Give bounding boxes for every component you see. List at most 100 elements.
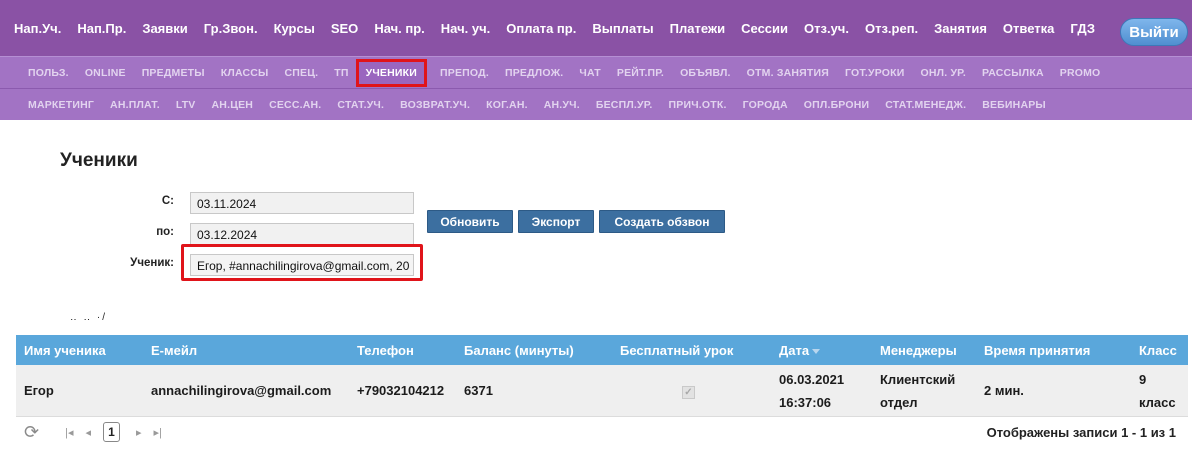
subnav-item-ready-lessons[interactable]: ГОТ.УРОКИ (845, 67, 904, 79)
topnav-item-otz-rep[interactable]: Отз.реп. (865, 21, 918, 36)
cell-class-word: класс (1139, 394, 1176, 410)
student-input-highlight (181, 244, 423, 281)
cell-balance: 6371 (464, 383, 493, 398)
topnav-item-gdz[interactable]: ГДЗ (1070, 21, 1095, 36)
top-nav: Нап.Уч. Нап.Пр. Заявки Гр.Звон. Курсы SE… (0, 0, 1192, 56)
logout-button[interactable]: Выйти (1120, 18, 1188, 46)
subnav-item-tp[interactable]: ТП (334, 67, 348, 79)
subnav-item-online-lessons[interactable]: ОНЛ. УР. (921, 67, 966, 79)
topnav-item-nach-pr[interactable]: Нач. пр. (374, 21, 424, 36)
student-label: Ученик: (130, 257, 174, 269)
cell-class: 9 класс (1139, 368, 1188, 414)
first-page-icon[interactable]: |◂ (65, 426, 73, 439)
topnav-item-otz-uch[interactable]: Отз.уч. (804, 21, 849, 36)
subnav-item-teachers[interactable]: ПРЕПОД. (440, 67, 489, 79)
column-header-email[interactable]: Е-мейл (151, 343, 357, 358)
clipped-text-fragment: ‥ ‥ ·/ (70, 312, 108, 323)
subnav-item-free-lessons[interactable]: БЕСПЛ.УР. (596, 99, 653, 111)
subnav-item-cancel-lessons[interactable]: ОТМ. ЗАНЯТИЯ (747, 67, 829, 79)
topnav-item-seo[interactable]: SEO (331, 21, 358, 36)
subnav-item-students[interactable]: УЧЕНИКИ (355, 58, 428, 87)
topnav-item-nap-pr[interactable]: Нап.Пр. (77, 21, 126, 36)
page-title: Ученики (60, 150, 138, 171)
column-header-date-wrap[interactable]: Дата (779, 343, 880, 358)
column-header-class[interactable]: Класс (1139, 343, 1188, 358)
subnav-item-teacher-rating[interactable]: РЕЙТ.ПР. (617, 67, 664, 79)
cell-phone: +79032104212 (357, 383, 445, 398)
topnav-item-oplata-pr[interactable]: Оплата пр. (506, 21, 576, 36)
students-table: Имя ученика Е-мейл Телефон Баланс (минут… (16, 335, 1188, 417)
refresh-button[interactable]: Обновить (427, 210, 513, 233)
cell-name: Егор (24, 383, 54, 398)
cell-email: annachilingirova@gmail.com (151, 383, 332, 398)
subnav-item-chat[interactable]: ЧАТ (579, 67, 600, 79)
subnav-item-payment-analytics[interactable]: АН.ПЛАТ. (110, 99, 160, 111)
date-from-label: С: (161, 195, 174, 207)
subnav-item-online[interactable]: ONLINE (85, 67, 126, 79)
subnav-item-classes[interactable]: КЛАССЫ (221, 67, 269, 79)
subnav-item-mailing[interactable]: РАССЫЛКА (982, 67, 1044, 79)
topnav-item-nap-uch[interactable]: Нап.Уч. (14, 21, 61, 36)
subnav-item-refusal-reasons[interactable]: ПРИЧ.ОТК. (669, 99, 727, 111)
create-call-button[interactable]: Создать обзвон (599, 210, 725, 233)
date-to-input[interactable]: 03.12.2024 (190, 223, 414, 245)
topnav-item-payouts[interactable]: Выплаты (592, 21, 653, 36)
topnav-item-group-calls[interactable]: Гр.Звон. (204, 21, 258, 36)
subnav-item-session-analytics[interactable]: СЕСС.АН. (269, 99, 321, 111)
current-page-number[interactable]: 1 (103, 422, 121, 442)
subnav-item-marketing[interactable]: МАРКЕТИНГ (28, 99, 94, 111)
cell-manager: Клиентский отдел (880, 368, 984, 414)
column-header-free-lesson[interactable]: Бесплатный урок (620, 343, 779, 358)
topnav-item-nach-uch[interactable]: Нач. уч. (441, 21, 490, 36)
subnav-item-promo[interactable]: PROMO (1060, 67, 1101, 79)
cell-accept-time: 2 мин. (984, 383, 1024, 398)
date-from-input[interactable]: 03.11.2024 (190, 192, 414, 214)
subnav-item-offers[interactable]: ПРЕДЛОЖ. (505, 67, 563, 79)
last-page-icon[interactable]: ▸| (154, 426, 162, 439)
subnav-item-subjects[interactable]: ПРЕДМЕТЫ (142, 67, 205, 79)
reload-icon[interactable]: ⟳ (24, 422, 39, 443)
subnav-item-student-return[interactable]: ВОЗВРАТ.УЧ. (400, 99, 470, 111)
column-header-date[interactable]: Дата (779, 343, 809, 358)
cell-date-day: 06.03.2021 (779, 371, 845, 387)
cell-manager-line1: Клиентский (880, 371, 956, 387)
topnav-item-courses[interactable]: Курсы (274, 21, 315, 36)
subnav-item-student-stats[interactable]: СТАТ.УЧ. (337, 99, 384, 111)
subnav-item-cities[interactable]: ГОРОДА (743, 99, 788, 111)
next-page-icon[interactable]: ▸ (136, 426, 142, 439)
subnav-row-2: МАРКЕТИНГ АН.ПЛАТ. LTV АН.ЦЕН СЕСС.АН. С… (0, 88, 1192, 120)
subnav-item-manager-stats[interactable]: СТАТ.МЕНЕДЖ. (885, 99, 966, 111)
date-to-label: по: (156, 226, 174, 238)
subnav-item-users[interactable]: ПОЛЬЗ. (28, 67, 69, 79)
sort-desc-icon (812, 348, 821, 354)
subnav-item-spec[interactable]: СПЕЦ. (285, 67, 319, 79)
topnav-item-requests[interactable]: Заявки (142, 21, 187, 36)
subnav-row-1: ПОЛЬЗ. ONLINE ПРЕДМЕТЫ КЛАССЫ СПЕЦ. ТП У… (0, 56, 1192, 88)
subnav-item-price-analytics[interactable]: АН.ЦЕН (212, 99, 254, 111)
cell-free-lesson: ✓ (620, 379, 779, 402)
cell-date-time: 16:37:06 (779, 394, 832, 410)
column-header-managers[interactable]: Менеджеры (880, 343, 984, 358)
column-header-name[interactable]: Имя ученика (16, 343, 151, 358)
column-header-phone[interactable]: Телефон (357, 343, 464, 358)
subnav-item-announcements[interactable]: ОБЪЯВЛ. (680, 67, 731, 79)
subnav-item-webinars[interactable]: ВЕБИНАРЫ (982, 99, 1046, 111)
cell-class-number: 9 (1139, 371, 1147, 387)
pager: ⟳ |◂ ◂ 1 ▸ ▸| Отображены записи 1 - 1 из… (16, 418, 1188, 446)
column-header-balance[interactable]: Баланс (минуты) (464, 343, 620, 358)
prev-page-icon[interactable]: ◂ (85, 426, 91, 439)
column-header-accept-time[interactable]: Время принятия (984, 343, 1139, 358)
export-button[interactable]: Экспорт (518, 210, 594, 233)
topnav-item-lessons[interactable]: Занятия (934, 21, 987, 36)
topnav-item-sessions[interactable]: Сессии (741, 21, 788, 36)
records-status: Отображены записи 1 - 1 из 1 (986, 424, 1176, 440)
subnav-item-booking-payments[interactable]: ОПЛ.БРОНИ (804, 99, 870, 111)
subnav-item-ltv[interactable]: LTV (176, 99, 196, 111)
cell-date: 06.03.2021 16:37:06 (779, 368, 880, 414)
topnav-item-payments[interactable]: Платежи (670, 21, 725, 36)
subnav-item-student-analytics[interactable]: АН.УЧ. (544, 99, 580, 111)
subnav-item-cohort-analytics[interactable]: КОГ.АН. (486, 99, 528, 111)
topnav-item-otvetka[interactable]: Ответка (1003, 21, 1054, 36)
table-row[interactable]: Егор annachilingirova@gmail.com +7903210… (16, 365, 1188, 417)
cell-manager-line2: отдел (880, 394, 918, 410)
